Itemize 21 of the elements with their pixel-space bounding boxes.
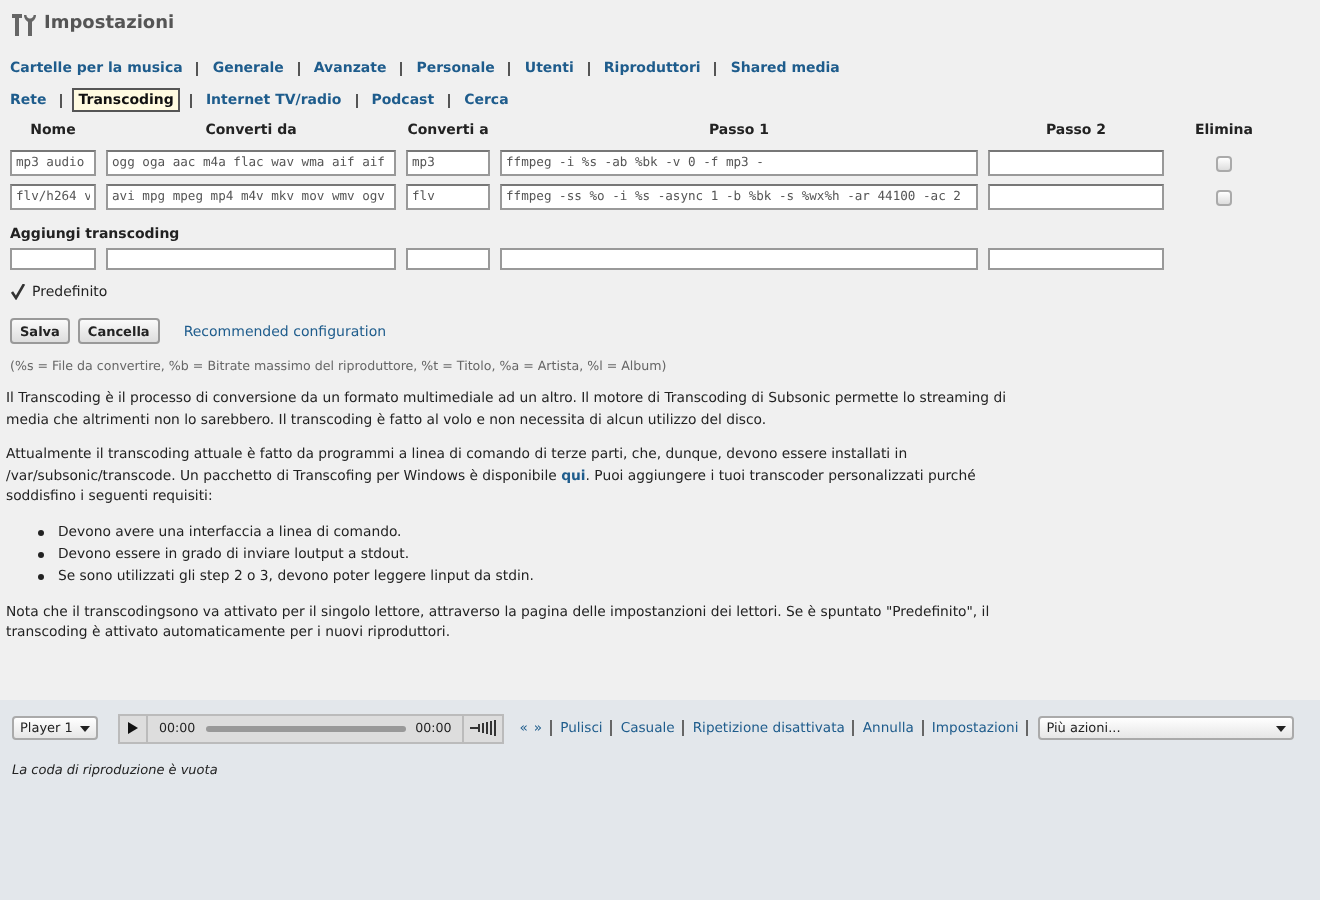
dropdown-arrow-icon: [1276, 725, 1287, 731]
input-field[interactable]: [988, 248, 1164, 270]
bullet-icon: [38, 551, 44, 557]
volume-button[interactable]: [461, 715, 502, 741]
checkbox[interactable]: [10, 284, 26, 300]
input-field[interactable]: [406, 248, 490, 270]
input-field[interactable]: [106, 248, 396, 270]
input-field[interactable]: [988, 150, 1164, 176]
delete-checkbox[interactable]: [1216, 189, 1232, 205]
tools-icon: [10, 11, 38, 37]
input-field[interactable]: [10, 248, 96, 270]
volume-icon: [469, 720, 496, 736]
input-field[interactable]: [988, 184, 1164, 210]
bullet-icon: [38, 529, 44, 535]
dropdown-arrow-icon: [80, 725, 91, 731]
delete-checkbox[interactable]: [1216, 155, 1232, 171]
page-title: Impostazioni: [44, 14, 175, 34]
input-field[interactable]: [500, 248, 978, 270]
progress-track[interactable]: [205, 725, 406, 731]
play-icon: [128, 722, 139, 734]
bullet-icon: [38, 573, 44, 579]
